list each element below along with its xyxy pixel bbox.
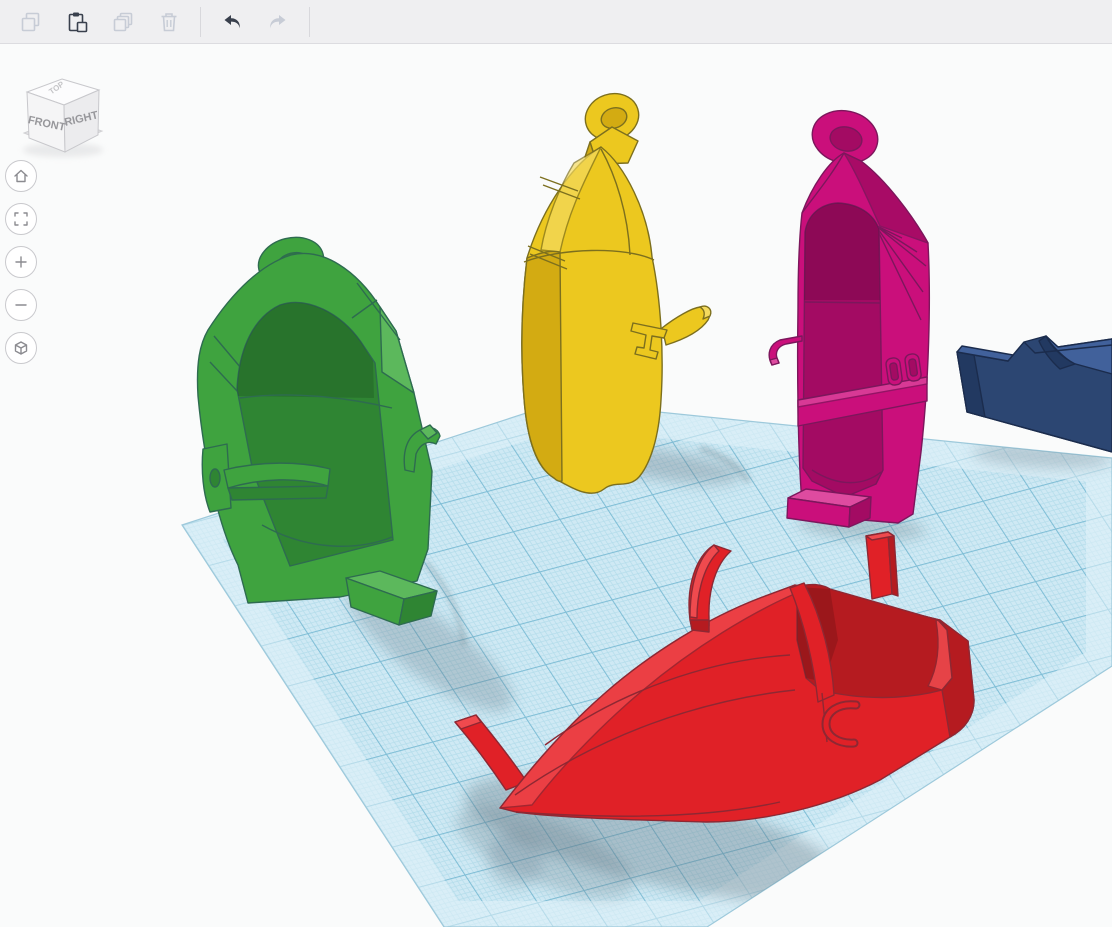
perspective-cube-icon: [14, 341, 28, 355]
viewport-3d[interactable]: FRONT RIGHT TOP: [0, 0, 1112, 927]
zoom-in-button[interactable]: [5, 246, 37, 278]
view-cube[interactable]: FRONT RIGHT TOP: [22, 78, 104, 157]
trash-icon: [161, 12, 177, 31]
duplicate-icon: [113, 12, 133, 31]
fit-view-icon: [14, 212, 28, 226]
green-side-block-hole: [209, 468, 221, 488]
magenta-cavity-dome-shade: [804, 203, 880, 300]
undo-button[interactable]: [215, 5, 249, 39]
shadow-blob: [487, 832, 543, 888]
toolbar-divider-2: [309, 6, 310, 37]
perspective-toggle-button[interactable]: [5, 332, 37, 364]
redo-arrow-icon: [270, 14, 286, 28]
delete-button[interactable]: [152, 5, 186, 39]
plus-icon: [15, 256, 27, 268]
magenta-buckle-hole-2: [908, 358, 919, 377]
undo-arrow-icon: [224, 14, 240, 28]
home-icon: [14, 169, 28, 183]
paste-button[interactable]: [60, 5, 94, 39]
zoom-out-button[interactable]: [5, 289, 37, 321]
copy-icon: [21, 12, 40, 31]
copy-button[interactable]: [14, 5, 48, 39]
paste-icon: [68, 12, 88, 32]
magenta-handle-cap: [769, 357, 780, 366]
magenta-buckle-hole-1: [889, 362, 900, 381]
redo-button[interactable]: [261, 5, 295, 39]
minus-icon: [15, 304, 27, 306]
duplicate-button[interactable]: [106, 5, 140, 39]
toolbar-divider-1: [200, 6, 201, 37]
red-left-fin-base: [689, 619, 710, 633]
top-toolbar: [0, 0, 1112, 44]
green-left-handle-face: [227, 485, 329, 501]
viewport-nav-controls: [5, 160, 37, 364]
tinkercad-3d-editor: FRONT RIGHT TOP: [0, 0, 1112, 927]
home-view-button[interactable]: [5, 160, 37, 192]
fit-view-button[interactable]: [5, 203, 37, 235]
